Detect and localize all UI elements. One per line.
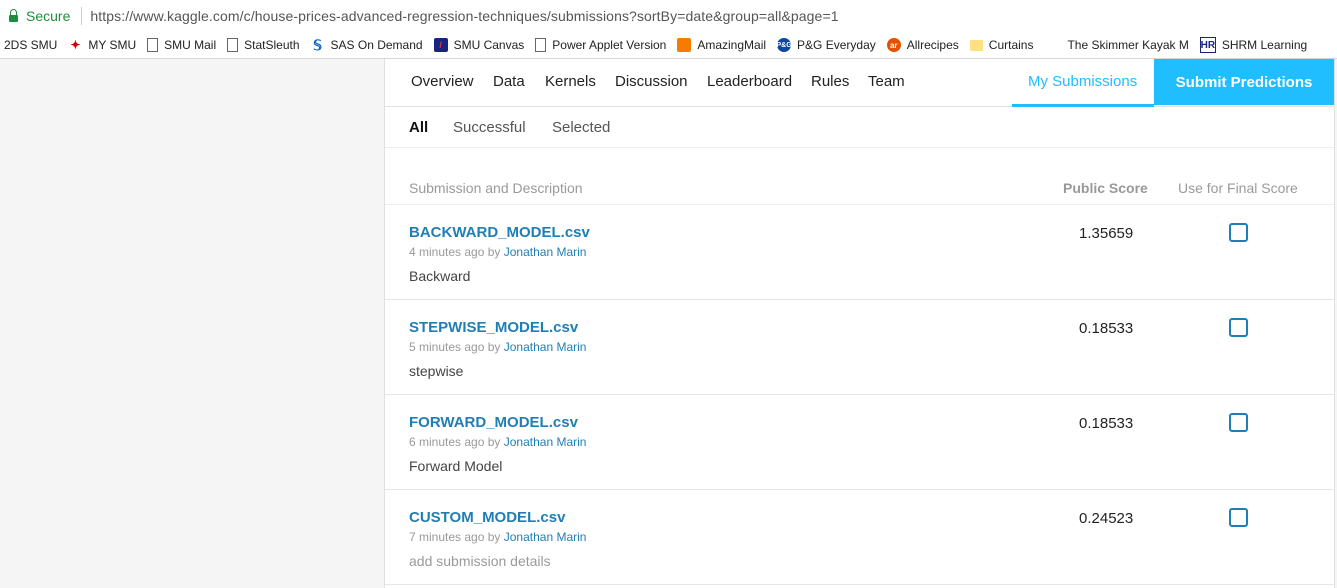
lock-icon [9,8,18,22]
submission-file-link[interactable]: FORWARD_MODEL.csv [409,414,578,431]
submission-meta: 5 minutes ago by Jonathan Marin [409,340,586,354]
bookmark-2ds-smu[interactable]: 2DS SMU [4,38,57,52]
submission-file-link[interactable]: BACKWARD_MODEL.csv [409,224,590,241]
filter-successful[interactable]: Successful [453,119,526,136]
bookmark-sas-on-demand[interactable]: 𝕊 SAS On Demand [311,36,423,53]
header-final-score: Use for Final Score [1178,180,1298,196]
filter-all[interactable]: All [409,119,428,136]
final-score-checkbox[interactable] [1229,413,1248,432]
table-row: FORWARD_MODEL.csv 6 minutes ago by Jonat… [385,395,1334,490]
tab-discussion[interactable]: Discussion [615,73,688,90]
bookmark-label: SAS On Demand [330,38,423,52]
address-divider [81,7,83,25]
final-score-checkbox[interactable] [1229,318,1248,337]
tab-kernels[interactable]: Kernels [545,73,596,90]
submission-meta: 4 minutes ago by Jonathan Marin [409,245,586,259]
author-link[interactable]: Jonathan Marin [504,435,587,449]
table-row: CUSTOM_MODEL.csv 7 minutes ago by Jonath… [385,490,1334,585]
table-header: Submission and Description Public Score … [385,148,1334,205]
final-score-checkbox[interactable] [1229,223,1248,242]
author-link[interactable]: Jonathan Marin [504,340,587,354]
tab-overview[interactable]: Overview [411,73,474,90]
allrecipes-logo-icon: ar [886,38,901,52]
bookmark-skimmer-kayak[interactable]: The Skimmer Kayak M [1067,38,1188,52]
folder-icon [969,39,983,51]
submission-description[interactable]: Backward [409,268,470,284]
pg-logo-icon: P&G [776,38,792,52]
tab-rules[interactable]: Rules [811,73,849,90]
bookmark-label: P&G Everyday [797,38,876,52]
smu-logo-icon: ✦ [70,38,81,52]
submission-time: 5 minutes ago by [409,340,501,354]
tab-data[interactable]: Data [493,73,525,90]
bookmark-label: AmazingMail [697,38,767,52]
bookmarks-bar: 2DS SMU ✦ MY SMU SMU Mail StatSleuth 𝕊 S… [0,32,1337,59]
bookmark-label: Allrecipes [906,38,959,52]
submission-file-link[interactable]: CUSTOM_MODEL.csv [409,509,565,526]
author-link[interactable]: Jonathan Marin [504,245,587,259]
secure-label: Secure [26,8,71,24]
submission-meta: 7 minutes ago by Jonathan Marin [409,530,586,544]
url-text[interactable]: https://www.kaggle.com/c/house-prices-ad… [90,8,838,24]
submission-description[interactable]: add submission details [409,553,551,569]
submit-predictions-button[interactable]: Submit Predictions [1154,59,1334,105]
submission-file-link[interactable]: STEPWISE_MODEL.csv [409,319,578,336]
bookmark-label: Curtains [988,38,1034,52]
submissions-panel: Overview Data Kernels Discussion Leaderb… [384,59,1335,588]
document-icon [227,38,239,52]
submission-time: 4 minutes ago by [409,245,501,259]
canvas-logo-icon: / [433,38,448,52]
document-icon [147,38,159,52]
bookmark-label: Power Applet Version [552,38,667,52]
author-link[interactable]: Jonathan Marin [504,530,587,544]
bookmark-label: SMU Canvas [453,38,525,52]
bookmark-shrm-learning[interactable]: HR SHRM Learning [1199,37,1308,53]
public-score: 0.18533 [1079,320,1134,337]
header-public-score[interactable]: Public Score [1063,180,1148,196]
submission-filters: All Successful Selected [385,107,1334,148]
bookmark-smu-canvas[interactable]: / SMU Canvas [433,38,525,52]
submission-meta: 6 minutes ago by Jonathan Marin [409,435,586,449]
table-row: BACKWARD_MODEL.csv 4 minutes ago by Jona… [385,205,1334,300]
tab-my-submissions[interactable]: My Submissions [1028,73,1137,90]
header-submission: Submission and Description [409,180,583,196]
submission-description[interactable]: stepwise [409,363,463,379]
submission-time: 6 minutes ago by [409,435,501,449]
bookmark-label: SMU Mail [164,38,217,52]
public-score: 0.24523 [1079,510,1134,527]
final-score-checkbox[interactable] [1229,508,1248,527]
bookmark-label: SHRM Learning [1221,38,1308,52]
bookmark-allrecipes[interactable]: ar Allrecipes [886,38,959,52]
public-score: 0.18533 [1079,415,1134,432]
bookmark-label: StatSleuth [244,38,300,52]
filter-selected[interactable]: Selected [552,119,610,136]
address-bar[interactable]: Secure https://www.kaggle.com/c/house-pr… [0,0,1337,33]
bookmark-label: MY SMU [88,38,137,52]
submission-time: 7 minutes ago by [409,530,501,544]
bookmark-pg-everyday[interactable]: P&G P&G Everyday [776,38,876,52]
amazingmail-logo-icon [677,38,692,52]
competition-nav: Overview Data Kernels Discussion Leaderb… [385,59,1334,107]
tab-team[interactable]: Team [868,73,905,90]
bookmark-statsleuth[interactable]: StatSleuth [227,38,300,52]
bookmark-my-smu[interactable]: ✦ MY SMU [68,38,136,52]
bookmark-label: 2DS SMU [4,38,58,52]
table-row: STEPWISE_MODEL.csv 5 minutes ago by Jona… [385,300,1334,395]
bookmark-label: The Skimmer Kayak M [1067,38,1189,52]
bookmark-power-applet[interactable]: Power Applet Version [535,38,666,52]
submission-description[interactable]: Forward Model [409,458,502,474]
public-score: 1.35659 [1079,225,1134,242]
bookmark-smu-mail[interactable]: SMU Mail [147,38,216,52]
tab-leaderboard[interactable]: Leaderboard [707,73,792,90]
bookmark-amazingmail[interactable]: AmazingMail [677,38,766,52]
bookmark-curtains[interactable]: Curtains [969,38,1034,52]
sas-logo-icon: 𝕊 [313,36,322,53]
shrm-logo-icon: HR [1199,37,1216,53]
document-icon [535,38,547,52]
